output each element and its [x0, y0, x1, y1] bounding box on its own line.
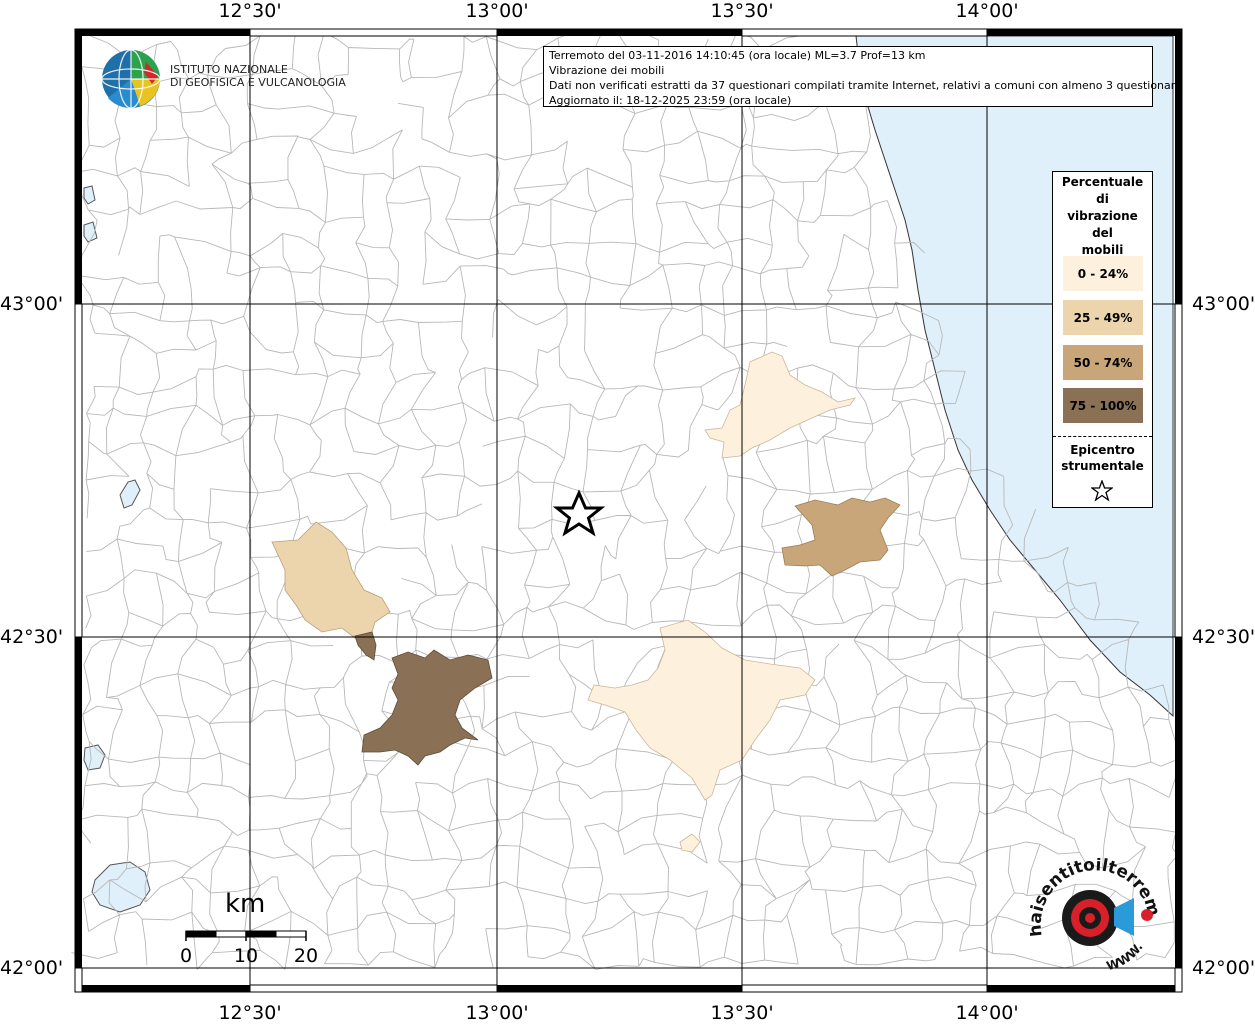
ingv-logo-text: ISTITUTO NAZIONALE DI GEOFISICA E VULCAN…	[170, 63, 346, 89]
bottom-lon-label-1: 12°30'	[218, 1002, 282, 1024]
right-lat-label-3: 42°00'	[1192, 957, 1255, 979]
top-lon-label-3: 13°30'	[710, 0, 774, 22]
svg-text:WWW.: WWW.	[1105, 940, 1146, 973]
map-subject: Vibrazione dei mobili	[549, 64, 665, 77]
haisentitoilterremoto-logo-icon: haisentitoilterremoto.it WWW.	[1030, 858, 1160, 973]
top-lon-label-1: 12°30'	[218, 0, 282, 22]
legend-title-line-1: Percentuale	[1061, 175, 1144, 189]
hst-logo-url: WWW.	[1105, 940, 1146, 973]
legend-title: Percentuale di vibrazione del mobili	[1053, 174, 1152, 259]
ingv-line-1: ISTITUTO NAZIONALE	[170, 63, 288, 76]
ingv-logo-icon	[101, 49, 161, 109]
top-lon-label-2: 13°00'	[465, 0, 529, 22]
update-timestamp: Aggiornato il: 18-12-2025 23:59 (ora loc…	[549, 94, 792, 107]
legend-title-line-2: di	[1096, 192, 1109, 206]
left-lat-label-1: 43°00'	[0, 293, 64, 315]
legend-class-50-74: 50 - 74%	[1063, 345, 1143, 380]
legend-star-icon	[1091, 480, 1113, 502]
legend-class-0-24: 0 - 24%	[1063, 256, 1143, 291]
legend-class-label: 25 - 49%	[1073, 310, 1133, 325]
data-note: Dati non verificati estratti da 37 quest…	[549, 79, 1182, 92]
scale-tick-20: 20	[293, 945, 319, 967]
bottom-lon-label-2: 13°00'	[465, 1002, 529, 1024]
scale-bar	[185, 930, 307, 941]
left-lat-label-3: 42°00'	[0, 957, 64, 979]
right-lat-label-1: 43°00'	[1192, 293, 1255, 315]
legend-class-25-49: 25 - 49%	[1063, 300, 1143, 335]
legend-epicenter-line-1: Epicentro	[1070, 443, 1135, 457]
ingv-line-2: DI GEOFISICA E VULCANOLOGIA	[170, 76, 346, 89]
bottom-lon-label-3: 13°30'	[710, 1002, 774, 1024]
left-lat-label-2: 42°30'	[0, 626, 64, 648]
scale-tick-0: 0	[179, 945, 193, 967]
legend-class-label: 50 - 74%	[1073, 355, 1133, 370]
right-lat-label-2: 42°30'	[1192, 626, 1255, 648]
legend-divider	[1053, 436, 1152, 437]
legend-epicenter-line-2: strumentale	[1061, 459, 1144, 473]
legend-title-line-3: vibrazione	[1067, 209, 1138, 223]
bottom-lon-label-4: 14°00'	[955, 1002, 1019, 1024]
event-title: Terremoto del 03-11-2016 14:10:45 (ora l…	[549, 49, 926, 62]
legend: Percentuale di vibrazione del mobili 0 -…	[1052, 171, 1153, 508]
top-lon-label-4: 14°00'	[955, 0, 1019, 22]
legend-class-label: 75 - 100%	[1069, 398, 1137, 413]
event-info-box: Terremoto del 03-11-2016 14:10:45 (ora l…	[543, 46, 1182, 107]
legend-class-75-100: 75 - 100%	[1063, 388, 1143, 423]
legend-title-line-4: del	[1092, 226, 1113, 240]
scale-tick-10: 10	[233, 945, 259, 967]
legend-epicenter-label: Epicentro strumentale	[1053, 442, 1152, 474]
legend-class-label: 0 - 24%	[1077, 266, 1129, 281]
